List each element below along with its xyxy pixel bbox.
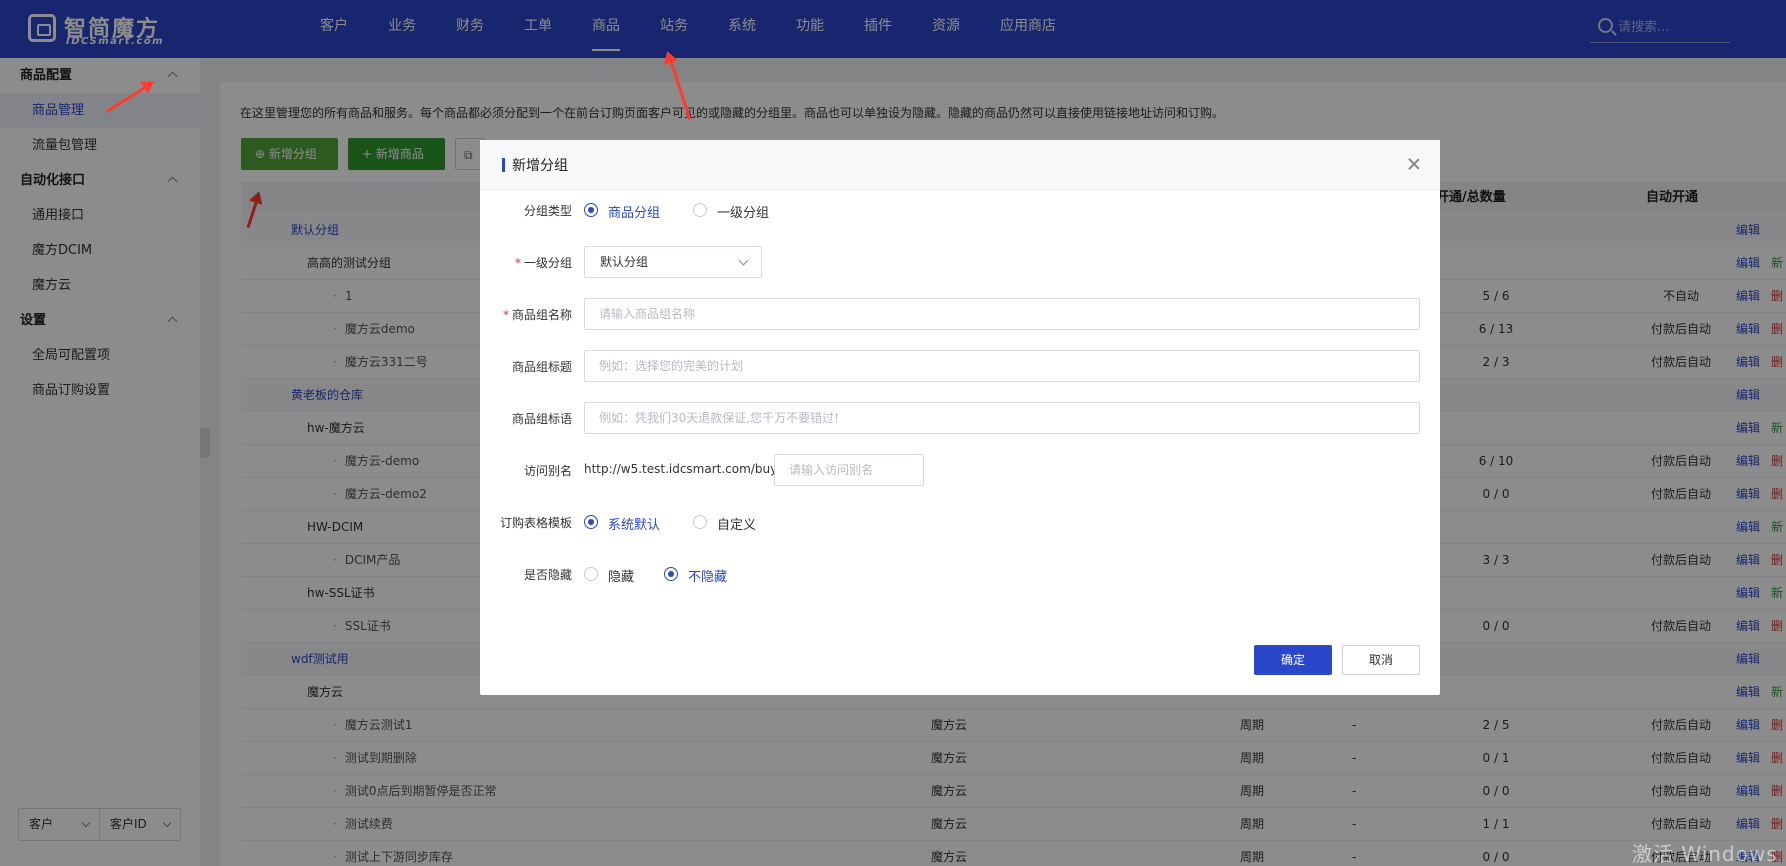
alias-url-prefix: http://w5.test.idcsmart.com/buy/ <box>584 462 782 476</box>
parent-group-select[interactable]: 默认分组 <box>584 246 762 278</box>
hidden-radio-yes[interactable] <box>584 567 598 581</box>
hidden-row: 是否隐藏 隐藏 不隐藏 <box>480 557 1440 591</box>
group-type-option-primary[interactable]: 一级分组 <box>717 202 769 221</box>
group-type-option-product[interactable]: 商品分组 <box>608 202 660 221</box>
order-template-label: 订购表格模板 <box>499 516 572 530</box>
group-slogan-row: 商品组标语 <box>480 402 1440 436</box>
order-template-radio-custom[interactable] <box>693 515 707 529</box>
order-template-option-default[interactable]: 系统默认 <box>608 514 660 533</box>
alias-input[interactable] <box>774 454 924 486</box>
group-type-radio-primary[interactable] <box>693 203 707 217</box>
group-name-label: * 商品组名称 <box>502 308 572 322</box>
parent-group-row: * 一级分组 默认分组 <box>480 246 1440 280</box>
cancel-button[interactable]: 取消 <box>1342 645 1420 675</box>
dialog-title: 新增分组 <box>512 158 568 174</box>
hidden-radio-no[interactable] <box>664 567 678 581</box>
order-template-radio-default[interactable] <box>584 515 598 529</box>
hidden-option-yes[interactable]: 隐藏 <box>608 566 634 585</box>
group-title-label: 商品组标题 <box>511 360 572 374</box>
confirm-button[interactable]: 确定 <box>1254 645 1332 675</box>
group-slogan-input[interactable] <box>584 402 1420 434</box>
parent-group-label-text: 一级分组 <box>523 256 572 270</box>
title-accent-bar <box>502 158 505 172</box>
order-template-option-custom[interactable]: 自定义 <box>717 514 756 533</box>
hidden-label: 是否隐藏 <box>523 568 572 582</box>
group-type-label: 分组类型 <box>523 204 572 218</box>
parent-group-value: 默认分组 <box>600 255 649 269</box>
order-template-row: 订购表格模板 系统默认 自定义 <box>480 505 1440 539</box>
group-name-input[interactable] <box>584 298 1420 330</box>
group-title-row: 商品组标题 <box>480 350 1440 384</box>
group-name-row: * 商品组名称 <box>480 298 1440 332</box>
alias-label: 访问别名 <box>523 464 572 478</box>
alias-row: 访问别名 http://w5.test.idcsmart.com/buy/ <box>480 454 1440 488</box>
new-group-dialog: 新增分组 分组类型 商品分组 一级分组 *一级分组 默认分组 *商品组名称 商品… <box>480 140 1440 695</box>
group-slogan-label: 商品组标语 <box>511 412 572 426</box>
windows-activation-watermark: 激活 Windows <box>1632 842 1778 866</box>
chevron-down-icon <box>738 255 749 266</box>
close-icon[interactable] <box>1406 156 1422 172</box>
dialog-header: 新增分组 <box>480 140 1440 190</box>
hidden-option-no[interactable]: 不隐藏 <box>688 566 727 585</box>
group-title-input[interactable] <box>584 350 1420 382</box>
group-type-radio-product[interactable] <box>584 203 598 217</box>
parent-group-label: * 一级分组 <box>514 256 572 270</box>
group-name-label-text: 商品组名称 <box>511 308 572 322</box>
group-type-row: 分组类型 商品分组 一级分组 <box>480 193 1440 227</box>
